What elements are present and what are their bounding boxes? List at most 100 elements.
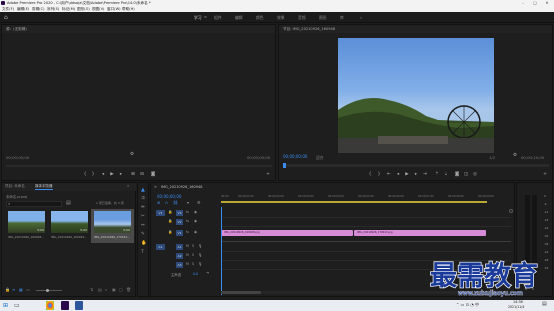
prog-step-back-icon[interactable]: ◂ [395,172,401,178]
tab-media-browser[interactable]: 媒体浏览器 [35,184,53,190]
track-target-label[interactable]: A1 [176,244,183,250]
zoom-slider-thumb[interactable] [46,289,49,292]
source-patch-a[interactable]: A1 [156,244,165,250]
playhead-line[interactable] [221,207,222,295]
workspace-editing[interactable]: 编辑 [235,15,243,21]
workspace-menu-icon[interactable]: ≡ [204,15,207,19]
workspace-more-icon[interactable]: » [360,15,362,21]
timeline-tab[interactable]: IMG_20210926_160948 [161,185,202,189]
project-search-input[interactable]: ⌕ [6,201,62,207]
track-target-label[interactable]: V1 [176,230,183,236]
freeform-view-icon[interactable]: ▭ [26,287,30,292]
source-timecode-right[interactable]: 00;00;00;00 [247,155,270,160]
clip-v1-1[interactable]: IMG_20210926_160948.jpg [221,230,353,236]
timeline-settings-icon[interactable]: ⚙ [197,200,201,205]
nest-icon[interactable]: ⊕ [157,200,160,205]
track-target-label[interactable]: V3 [176,210,183,216]
track-select-tool-icon[interactable]: ⇉ [141,196,145,201]
track-lock-icon[interactable]: 🔒 [168,219,172,223]
lift-icon[interactable]: ⇡ [434,172,440,178]
program-timecode-left[interactable]: 00;00;00;00 [283,154,307,159]
solo-icon[interactable]: S [192,253,194,257]
sync-lock-icon[interactable]: ⇆ [186,230,189,234]
camera-icon[interactable]: ◙ [454,172,460,178]
mute-icon[interactable]: M [186,253,189,257]
work-area-bar[interactable] [221,201,487,203]
source-patch-v[interactable]: V1 [156,210,165,216]
timeline-close-icon[interactable]: ✕ [154,185,157,189]
track-lock-icon[interactable]: 🔒 [168,210,172,214]
solo-icon[interactable]: S [192,262,194,266]
overwrite-icon[interactable]: ⊟ [139,172,145,178]
solo-icon[interactable]: S [192,244,194,248]
eye-icon[interactable]: ◉ [194,230,197,234]
track-target-label[interactable]: A3 [176,262,183,268]
workspace-effects[interactable]: 效果 [277,15,285,21]
prog-mark-in-icon[interactable]: { [367,172,373,178]
program-fit-dropdown[interactable]: 适合 [316,155,324,161]
scroll-handle[interactable] [509,209,513,213]
track-lock-icon[interactable]: 🔒 [168,230,172,234]
find-icon[interactable]: ⌕ [105,287,107,292]
notification-icon[interactable]: ▤ [542,301,547,307]
vr-icon[interactable]: ◎ [472,172,478,178]
windows-start-icon[interactable]: ⊞ [3,302,8,309]
timeline-timecode[interactable]: 00;00;00;00 [157,194,181,199]
play-icon[interactable]: ▶ [109,172,115,178]
export-frame-icon[interactable]: ◙ [150,172,156,178]
mic-icon[interactable]: 🎙 [198,244,202,248]
chrome-icon[interactable] [46,301,54,310]
sync-lock-icon[interactable]: ⇆ [186,210,189,214]
prog-play-icon[interactable]: ▶ [404,172,410,178]
tab-more-icon[interactable]: » [127,183,129,188]
workspace-libraries[interactable]: 库 [340,15,344,21]
workspace-color[interactable]: 颜色 [256,15,264,21]
extract-icon[interactable]: ⇣ [443,172,449,178]
razor-tool-icon[interactable]: ✂ [141,214,145,219]
eye-icon[interactable]: ◉ [194,210,197,214]
mute-icon[interactable]: M [186,262,189,266]
workspace-audio[interactable]: 音频 [298,15,306,21]
program-scrub-bar[interactable] [283,163,549,168]
track-target-label[interactable]: A2 [176,253,183,259]
source-timecode-left[interactable]: 00;00;00;00 [6,155,29,160]
thumbnail-1[interactable]: 5;00 IMG_20210926_160948... [8,211,45,241]
new-bin-icon[interactable]: ▤ [66,200,71,206]
program-add-button-icon[interactable]: + [542,172,548,178]
program-wrench-icon[interactable]: ⚙ [512,153,518,159]
time-ruler[interactable]: 00;00 00;00;01;00 00;00;02;00 00;00;03;0… [221,193,511,207]
selection-tool-icon[interactable]: ▲ [141,187,145,193]
insert-icon[interactable]: ⊞ [130,172,136,178]
icon-view-icon[interactable]: ▦ [19,287,23,292]
compare-icon[interactable]: ◫ [463,172,469,178]
home-icon[interactable]: ⌂ [4,14,8,21]
mute-icon[interactable]: M [186,244,189,248]
mark-out-icon[interactable]: } [90,172,96,178]
scroll-handle[interactable] [221,291,261,294]
master-value[interactable]: 0.0 [193,272,198,276]
source-scrub-bar[interactable] [6,165,272,167]
linked-select-icon[interactable]: ⛓ [173,200,178,205]
workspace-assembly[interactable]: 组件 [214,15,222,21]
workspace-graphics[interactable]: 图形 [319,15,327,21]
hand-tool-icon[interactable]: ✋ [141,241,147,246]
type-tool-icon[interactable]: T [141,250,144,255]
sort-icon[interactable]: ⇅ [90,287,93,292]
add-marker-icon[interactable]: ▾ [187,200,189,205]
program-quality-dropdown[interactable]: 1/2 [489,155,495,160]
prog-step-forward-icon[interactable]: ▸ [413,172,419,178]
new-bin-footer-icon[interactable]: ▣ [112,287,116,292]
thumbnail-3-selected[interactable]: 5;00 IMG_20210926_170432... [91,209,134,243]
word-icon[interactable] [75,301,83,310]
zoom-slider[interactable] [36,289,62,292]
prog-go-out-icon[interactable]: ⇥ [422,172,428,178]
playhead-marker[interactable] [283,163,286,168]
pen-tool-icon[interactable]: ✎ [141,232,145,237]
source-add-button-icon[interactable]: + [265,172,271,178]
source-wrench-icon[interactable]: ⚙ [129,152,135,158]
ripple-edit-tool-icon[interactable]: ⇹ [141,205,145,210]
automate-icon[interactable]: ▤ [98,287,102,292]
delete-icon[interactable]: 🗑 [126,287,131,292]
snap-icon[interactable]: ∩ [165,200,168,205]
step-forward-icon[interactable]: ▸ [118,172,124,178]
